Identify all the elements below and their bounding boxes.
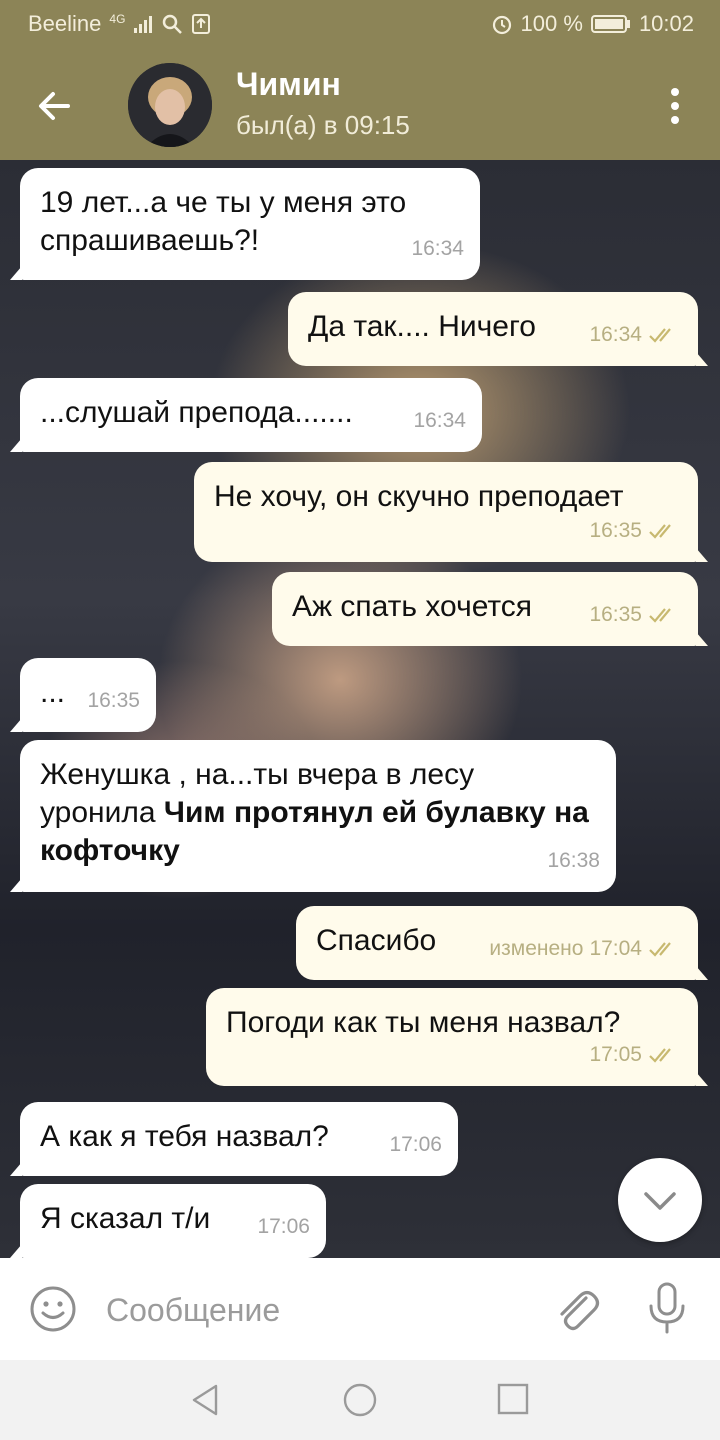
read-checkmarks-icon xyxy=(649,328,671,343)
chevron-down-icon xyxy=(644,1192,676,1210)
mic-icon[interactable] xyxy=(645,1280,689,1336)
read-checkmarks-icon xyxy=(649,608,671,623)
message-time: 16:34 xyxy=(589,323,642,346)
signal-icon xyxy=(134,16,153,33)
clock: 10:02 xyxy=(638,11,694,36)
message-text: 19 лет...а че ты у меня это спрашиваешь?… xyxy=(40,186,407,257)
message-bubble[interactable]: Я сказал т/и 17:06 xyxy=(10,1184,326,1258)
message-text: Я сказал т/и xyxy=(40,1202,211,1235)
message-time: 16:34 xyxy=(411,237,464,260)
message-bubble[interactable]: Аж спать хочется 16:35 xyxy=(272,572,708,646)
upload-status-icon xyxy=(192,14,211,34)
message-time: 16:35 xyxy=(589,603,642,626)
carrier-label: Beeline xyxy=(28,11,102,36)
message-time: 17:06 xyxy=(257,1215,310,1238)
chat-header: Чимин был(а) в 09:15 xyxy=(0,48,720,160)
avatar-image xyxy=(128,63,212,147)
search-status-icon xyxy=(163,14,183,34)
message-bubble[interactable]: А как я тебя назвал? 17:06 xyxy=(10,1102,458,1176)
message-composer xyxy=(0,1258,720,1360)
message-text: Да так.... Ничего xyxy=(308,310,536,343)
message-bubble[interactable]: ...слушай препода....... 16:34 xyxy=(10,378,482,452)
attach-icon[interactable] xyxy=(550,1284,602,1336)
message-time: 16:38 xyxy=(547,849,600,872)
message-bubble[interactable]: Да так.... Ничего 16:34 xyxy=(288,292,708,366)
read-checkmarks-icon xyxy=(649,524,671,539)
nav-back-icon[interactable] xyxy=(188,1382,224,1418)
network-label: 4G xyxy=(109,12,126,26)
more-vert-icon[interactable] xyxy=(660,84,690,128)
message-input[interactable] xyxy=(104,1284,528,1336)
message-time: 16:35 xyxy=(87,689,140,712)
chat-area: 19 лет...а че ты у меня это спрашиваешь?… xyxy=(0,160,720,1258)
message-text: Не хочу, он скучно преподает xyxy=(214,480,624,513)
message-text: Аж спать хочется xyxy=(292,590,533,623)
message-text: ...слушай препода....... xyxy=(40,396,353,429)
back-arrow-icon[interactable] xyxy=(26,78,82,134)
message-time: 17:04 xyxy=(589,937,642,960)
status-bar: Beeline 4G 100 % 10:02 xyxy=(0,0,720,48)
message-time: 17:06 xyxy=(389,1133,442,1156)
last-seen-status: был(а) в 09:15 xyxy=(236,110,410,140)
message-bubble[interactable]: Погоди как ты меня назвал? 17:05 xyxy=(206,988,708,1086)
message-text: А как я тебя назвал? xyxy=(40,1120,329,1153)
message-time: 16:35 xyxy=(589,519,642,542)
nav-recents-icon[interactable] xyxy=(496,1382,530,1416)
read-checkmarks-icon xyxy=(649,942,671,957)
battery-icon xyxy=(590,15,630,33)
message-text: Спасибо xyxy=(316,924,437,957)
nav-home-icon[interactable] xyxy=(342,1382,378,1418)
message-bubble[interactable]: Женушка , на...ты вчера в лесу уронила Ч… xyxy=(10,740,616,892)
message-bubble[interactable]: Спасибо изменено 17:04 xyxy=(296,906,708,980)
chat-title: Чимин xyxy=(236,66,341,102)
emoji-icon[interactable] xyxy=(28,1284,78,1334)
edited-label: изменено xyxy=(489,937,584,960)
system-nav-bar xyxy=(0,1360,720,1440)
message-time: 17:05 xyxy=(589,1043,642,1066)
message-text: ... xyxy=(40,676,66,709)
message-text: Погоди как ты меня назвал? xyxy=(226,1006,621,1039)
scroll-down-button[interactable] xyxy=(618,1158,702,1242)
read-checkmarks-icon xyxy=(649,1048,671,1063)
alarm-icon xyxy=(492,15,511,35)
message-bubble[interactable]: ... 16:35 xyxy=(10,658,156,732)
message-time: 16:34 xyxy=(413,409,466,432)
avatar[interactable] xyxy=(128,63,212,147)
message-bubble[interactable]: 19 лет...а че ты у меня это спрашиваешь?… xyxy=(10,168,480,280)
battery-percent: 100 % xyxy=(520,11,583,36)
message-bubble[interactable]: Не хочу, он скучно преподает 16:35 xyxy=(194,462,708,562)
